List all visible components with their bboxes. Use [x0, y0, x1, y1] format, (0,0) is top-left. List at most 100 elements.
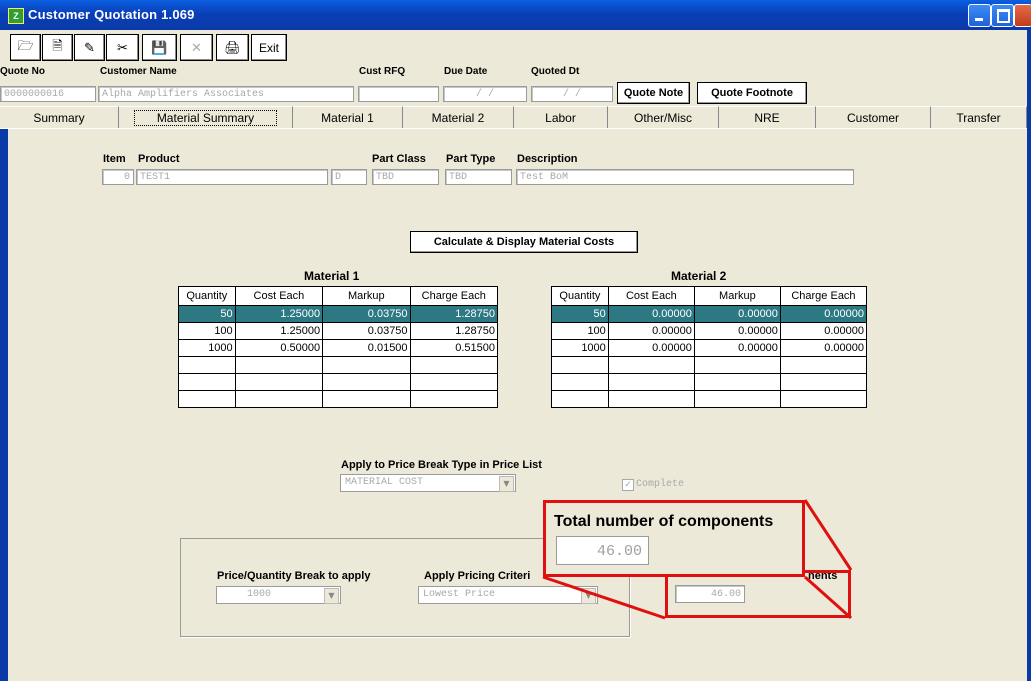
- table-cell[interactable]: [693, 390, 781, 408]
- tab-material-1[interactable]: Material 1: [293, 106, 403, 128]
- quoted-dt-field[interactable]: / /: [531, 86, 613, 102]
- table-cell[interactable]: 1000: [551, 339, 609, 357]
- table-cell[interactable]: 0.00000: [693, 305, 781, 323]
- table-cell[interactable]: [693, 373, 781, 391]
- table-row[interactable]: 50 1.25000 0.03750 1.28750: [178, 305, 499, 323]
- revision-field[interactable]: D: [331, 169, 367, 185]
- quote-no-field[interactable]: 0000000016: [0, 86, 96, 102]
- table-cell[interactable]: 0.00000: [693, 322, 781, 340]
- table-cell[interactable]: [607, 373, 695, 391]
- part-type-field[interactable]: TBD: [445, 169, 512, 185]
- complete-checkbox[interactable]: ✓: [622, 479, 634, 491]
- maximize-button[interactable]: [991, 4, 1014, 27]
- table-row[interactable]: [178, 390, 499, 408]
- new-document-icon[interactable]: 🗎: [42, 34, 73, 61]
- column-header[interactable]: Charge Each: [779, 286, 868, 306]
- quote-footnote-button[interactable]: Quote Footnote: [697, 82, 807, 104]
- table-cell[interactable]: [551, 390, 609, 408]
- table-cell[interactable]: [178, 390, 236, 408]
- table-row[interactable]: 50 0.00000 0.00000 0.00000: [551, 305, 868, 323]
- column-header[interactable]: Cost Each: [234, 286, 324, 306]
- table-cell[interactable]: [779, 373, 868, 391]
- price-quantity-break-select[interactable]: 1000 ▼: [216, 586, 341, 604]
- table-cell[interactable]: 1.25000: [234, 305, 324, 323]
- exit-button[interactable]: Exit: [251, 34, 287, 61]
- table-cell[interactable]: [178, 356, 236, 374]
- table-cell[interactable]: 0.00000: [607, 339, 695, 357]
- table-cell[interactable]: [409, 390, 499, 408]
- table-cell[interactable]: 1000: [178, 339, 236, 357]
- calculate-material-costs-button[interactable]: Calculate & Display Material Costs: [410, 231, 638, 253]
- table-row[interactable]: 100 0.00000 0.00000 0.00000: [551, 322, 868, 340]
- table-cell[interactable]: 100: [178, 322, 236, 340]
- table-cell[interactable]: [234, 373, 324, 391]
- print-icon[interactable]: 🖨: [216, 34, 249, 61]
- table-cell[interactable]: [409, 373, 499, 391]
- tab-other-misc[interactable]: Other/Misc: [608, 106, 719, 128]
- column-header[interactable]: Quantity: [551, 286, 609, 306]
- table-cell[interactable]: 0.00000: [607, 322, 695, 340]
- table-cell[interactable]: [779, 390, 868, 408]
- table-cell[interactable]: 50: [551, 305, 609, 323]
- save-icon[interactable]: 💾: [142, 34, 177, 61]
- table-cell[interactable]: 0.01500: [322, 339, 411, 357]
- cust-rfq-field[interactable]: [358, 86, 439, 102]
- column-header[interactable]: Quantity: [178, 286, 236, 306]
- tab-transfer[interactable]: Transfer: [931, 106, 1027, 128]
- table-cell[interactable]: 0.00000: [779, 305, 868, 323]
- table-row[interactable]: 1000 0.00000 0.00000 0.00000: [551, 339, 868, 357]
- table-row[interactable]: [551, 390, 868, 408]
- table-cell[interactable]: [607, 356, 695, 374]
- description-field[interactable]: Test BoM: [516, 169, 854, 185]
- table-cell[interactable]: [551, 373, 609, 391]
- table-cell[interactable]: [234, 390, 324, 408]
- product-field[interactable]: TEST1: [136, 169, 328, 185]
- table-cell[interactable]: 50: [178, 305, 236, 323]
- table-cell[interactable]: [779, 356, 868, 374]
- chevron-down-icon[interactable]: ▼: [324, 588, 339, 604]
- table-row[interactable]: [178, 373, 499, 391]
- table-cell[interactable]: [409, 356, 499, 374]
- tab-summary[interactable]: Summary: [0, 106, 119, 128]
- customer-name-field[interactable]: Alpha Amplifiers Associates: [98, 86, 354, 102]
- table-cell[interactable]: 1.28750: [409, 305, 499, 323]
- material-1-grid[interactable]: Quantity Cost Each Markup Charge Each 50…: [178, 286, 499, 408]
- table-cell[interactable]: [693, 356, 781, 374]
- table-cell[interactable]: 0.03750: [322, 322, 411, 340]
- column-header[interactable]: Markup: [322, 286, 411, 306]
- close-button[interactable]: [1014, 4, 1031, 27]
- column-header[interactable]: Markup: [693, 286, 781, 306]
- table-cell[interactable]: 0.00000: [693, 339, 781, 357]
- edit-icon[interactable]: ✎: [74, 34, 105, 61]
- table-cell[interactable]: 0.03750: [322, 305, 411, 323]
- table-cell[interactable]: [234, 356, 324, 374]
- chevron-down-icon[interactable]: ▼: [499, 476, 514, 492]
- pricing-criteria-select[interactable]: Lowest Price ▼: [418, 586, 598, 604]
- table-cell[interactable]: 100: [551, 322, 609, 340]
- chevron-down-icon[interactable]: ▼: [581, 588, 596, 604]
- table-row[interactable]: 1000 0.50000 0.01500 0.51500: [178, 339, 499, 357]
- table-cell[interactable]: [322, 356, 411, 374]
- open-folder-icon[interactable]: 🗁: [10, 34, 41, 61]
- due-date-field[interactable]: / /: [443, 86, 527, 102]
- table-cell[interactable]: [607, 390, 695, 408]
- table-cell[interactable]: 0.51500: [409, 339, 499, 357]
- tab-nre[interactable]: NRE: [719, 106, 816, 128]
- table-cell[interactable]: 0.50000: [234, 339, 324, 357]
- column-header[interactable]: Cost Each: [607, 286, 695, 306]
- delete-icon[interactable]: ✕: [180, 34, 213, 61]
- quote-note-button[interactable]: Quote Note: [617, 82, 690, 104]
- tab-customer[interactable]: Customer: [816, 106, 931, 128]
- table-row[interactable]: 100 1.25000 0.03750 1.28750: [178, 322, 499, 340]
- price-break-type-select[interactable]: MATERIAL COST ▼: [340, 474, 516, 492]
- table-row[interactable]: [551, 356, 868, 374]
- minimize-button[interactable]: [968, 4, 991, 27]
- table-cell[interactable]: [322, 390, 411, 408]
- tab-labor[interactable]: Labor: [514, 106, 608, 128]
- item-field[interactable]: 0: [102, 169, 134, 185]
- table-row[interactable]: [551, 373, 868, 391]
- table-cell[interactable]: [178, 373, 236, 391]
- table-cell[interactable]: [322, 373, 411, 391]
- cut-icon[interactable]: ✂: [106, 34, 139, 61]
- table-cell[interactable]: 0.00000: [779, 322, 868, 340]
